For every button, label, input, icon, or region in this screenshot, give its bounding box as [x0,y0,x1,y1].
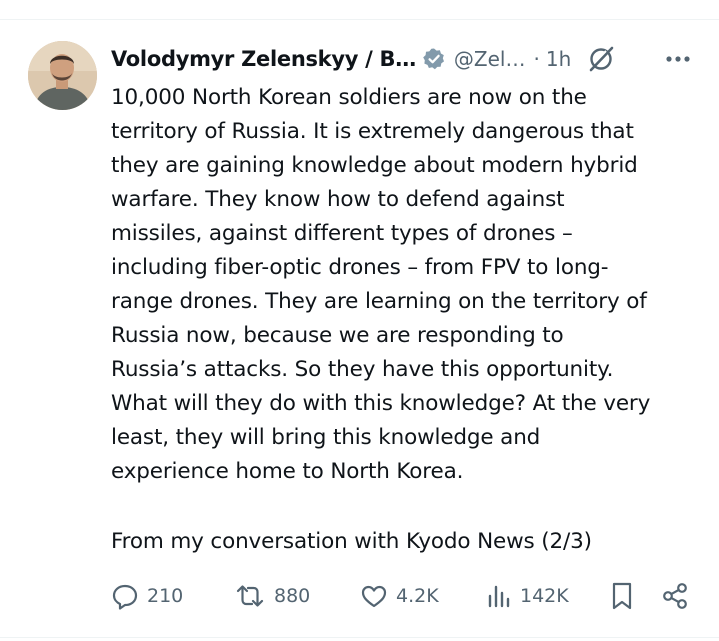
grok-icon[interactable] [587,45,615,73]
views-icon [486,582,512,610]
verified-badge-icon[interactable] [422,47,446,71]
repost-icon [234,582,266,610]
share-icon [660,581,690,611]
bookmark-button[interactable] [609,576,635,616]
reply-button[interactable]: 210 [111,576,183,616]
bookmark-icon [609,581,635,611]
reply-icon [111,582,139,610]
repost-count: 880 [274,585,311,607]
like-count: 4.2K [396,585,439,607]
post-time[interactable]: 1h [546,47,571,71]
post-header: Volodymyr Zelenskyy / B… @Zel… · 1h [111,42,701,76]
author-handle[interactable]: @Zel… [454,47,526,71]
top-divider [0,19,719,20]
avatar[interactable] [28,41,97,110]
share-button[interactable] [660,576,690,616]
post-text: 10,000 North Korean soldiers are now on … [111,85,651,484]
bottom-divider [0,637,719,638]
separator-dot: · [533,47,540,71]
reply-count: 210 [147,585,184,607]
views-count: 142K [520,585,569,607]
action-bar: 210 880 4.2K 142K [0,576,719,616]
repost-button[interactable]: 880 [234,576,310,616]
more-icon[interactable] [664,47,692,71]
views-button[interactable]: 142K [486,576,569,616]
like-button[interactable]: 4.2K [360,576,439,616]
post-source-line: From my conversation with Kyodo News (2/… [111,529,592,554]
author-name[interactable]: Volodymyr Zelenskyy / B… [111,47,416,71]
like-icon [360,582,388,610]
